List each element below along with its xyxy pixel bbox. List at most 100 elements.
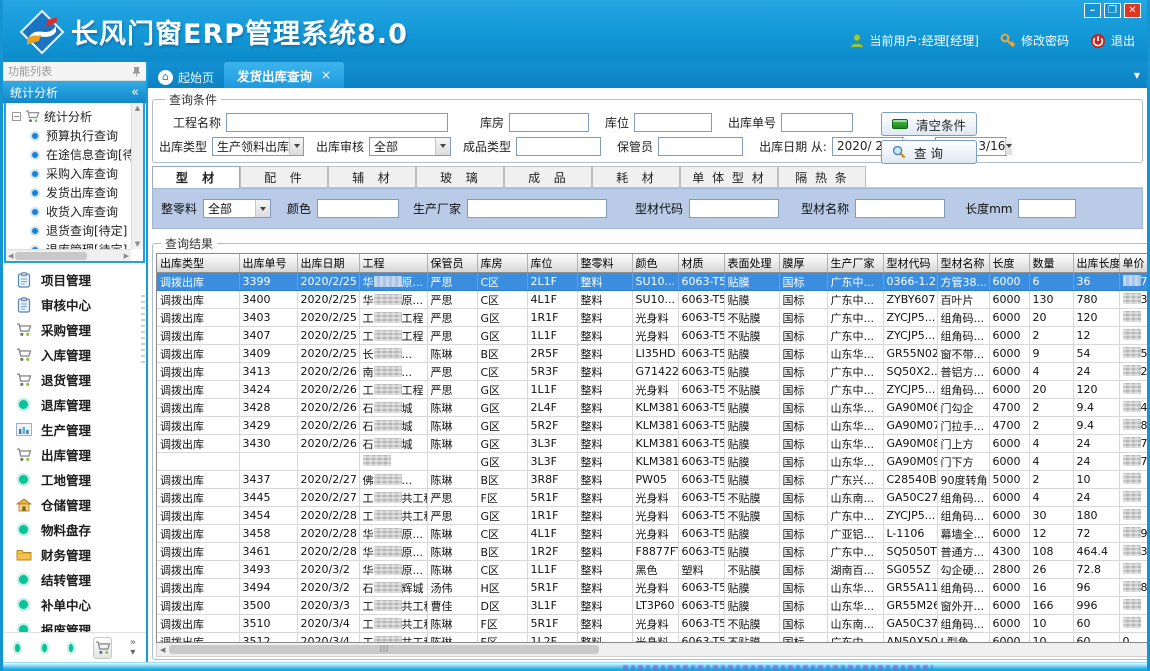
column-header-12[interactable]: 生产厂家 xyxy=(827,254,883,273)
tree-horizontal-scrollbar[interactable]: ◀▶ xyxy=(6,249,131,261)
table-row-14[interactable]: 调拨出库34582020/2/28华原...陈琳C区4L1F整料光身料6063-… xyxy=(157,525,1150,543)
whole-select[interactable]: 全部 xyxy=(203,199,271,218)
column-header-11[interactable]: 膜厚 xyxy=(779,254,827,273)
sidebar-item-6[interactable]: 生产管理 xyxy=(3,417,146,442)
sidebar-splitter[interactable] xyxy=(141,293,145,363)
table-row-1[interactable]: 调拨出库34002020/2/25华原...严思C区4L1F整料SU10...6… xyxy=(157,291,1150,309)
table-row-0[interactable]: 调拨出库33992020/2/25华原...严思C区2L1F整料SU10...6… xyxy=(157,273,1150,291)
nav-dot-icon[interactable] xyxy=(13,642,22,654)
table-row-12[interactable]: 调拨出库34452020/2/27工共工程严思F区5R1F整料光身料6063-T… xyxy=(157,489,1150,507)
tree-item-1[interactable]: 在途信息查询[待 xyxy=(12,145,129,164)
collapse-icon[interactable]: « xyxy=(131,85,139,100)
table-row-18[interactable]: 调拨出库35002020/3/3工共工程曹佳D区3L1F整料LT3P606063… xyxy=(157,597,1150,615)
table-row-3[interactable]: 调拨出库34072020/2/25工工程严思G区1L1F整料光身料6063-T5… xyxy=(157,327,1150,345)
material-tab-3[interactable]: 玻 璃 xyxy=(416,166,504,187)
tab-close-icon[interactable]: × xyxy=(321,68,331,82)
tree-item-5[interactable]: 退货查询[待定] xyxy=(12,221,129,240)
column-header-0[interactable]: 出库类型 xyxy=(157,254,239,273)
out-type-select[interactable]: 生产领料出库 xyxy=(212,137,304,156)
sidebar-item-7[interactable]: 出库管理 xyxy=(3,442,146,467)
table-row-13[interactable]: 调拨出库34542020/2/28工共工程严思G区1R1F整料光身料6063-T… xyxy=(157,507,1150,525)
change-password-button[interactable]: 修改密码 xyxy=(1000,32,1069,49)
column-header-3[interactable]: 工程 xyxy=(359,254,427,273)
sidebar-item-5[interactable]: 退库管理 xyxy=(3,392,146,417)
logout-button[interactable]: 退出 xyxy=(1090,32,1135,49)
material-tab-6[interactable]: 单 体 型 材 xyxy=(680,166,778,187)
table-row-7[interactable]: 调拨出库34282020/2/26石城陈琳G区2L4F整料KLM38176063… xyxy=(157,399,1150,417)
sidebar-item-11[interactable]: 财务管理 xyxy=(3,542,146,567)
table-row-19[interactable]: 调拨出库35102020/3/4工共工程陈琳F区5R1F整料光身料6063-T5… xyxy=(157,615,1150,633)
tab-shipment-outbound-query[interactable]: 发货出库查询 × xyxy=(224,62,344,88)
table-row-20[interactable]: 调拨出库35122020/3/4工共工程陈琳F区1L2F整料光身料6063-T5… xyxy=(157,633,1150,644)
sidebar-item-14[interactable]: 报废管理 xyxy=(3,617,146,632)
column-header-10[interactable]: 表面处理 xyxy=(724,254,779,273)
code-input[interactable] xyxy=(689,199,779,218)
material-tab-2[interactable]: 辅 材 xyxy=(328,166,416,187)
material-tab-4[interactable]: 成 品 xyxy=(504,166,592,187)
material-tab-7[interactable]: 隔 热 条 xyxy=(778,166,866,187)
scroll-thumb[interactable]: ⫿⫿⫿ xyxy=(169,645,599,654)
warehouse-input[interactable] xyxy=(509,113,589,132)
sidebar-item-0[interactable]: 项目管理 xyxy=(3,267,146,292)
column-header-5[interactable]: 库房 xyxy=(477,254,527,273)
column-header-4[interactable]: 保管员 xyxy=(427,254,477,273)
sidebar-item-12[interactable]: 结转管理 xyxy=(3,567,146,592)
column-header-9[interactable]: 材质 xyxy=(678,254,724,273)
table-row-10[interactable]: G区3L3F整料KLM38176063-T5贴膜国标山东华...GA90M09.… xyxy=(157,453,1150,471)
column-header-13[interactable]: 型材代码 xyxy=(883,254,937,273)
column-header-17[interactable]: 出库长度 xyxy=(1073,254,1119,273)
table-row-8[interactable]: 调拨出库34292020/2/26石城陈琳G区5R2F整料KLM38176063… xyxy=(157,417,1150,435)
color-input[interactable] xyxy=(317,199,399,218)
tree-item-2[interactable]: 采购入库查询 xyxy=(12,164,129,183)
location-input[interactable] xyxy=(634,113,712,132)
sidebar-item-8[interactable]: 工地管理 xyxy=(3,467,146,492)
table-row-6[interactable]: 调拨出库34242020/2/26工工程严思G区1L1F整料光身料6063-T5… xyxy=(157,381,1150,399)
manufacturer-input[interactable] xyxy=(467,199,607,218)
section-header[interactable]: 统计分析 « xyxy=(3,81,146,103)
tab-home[interactable]: ⌂ 起始页 xyxy=(148,66,224,88)
material-tab-1[interactable]: 配 件 xyxy=(240,166,328,187)
table-row-15[interactable]: 调拨出库34612020/2/28华原...陈琳B区1R2F整料F8877FT6… xyxy=(157,543,1150,561)
product-type-input[interactable] xyxy=(516,137,601,156)
nav-dot-icon[interactable] xyxy=(67,642,76,654)
tree-item-3[interactable]: 发货出库查询 xyxy=(12,183,129,202)
material-tab-5[interactable]: 耗 材 xyxy=(592,166,680,187)
tree-item-4[interactable]: 收货入库查询 xyxy=(12,202,129,221)
close-button[interactable]: ✕ xyxy=(1124,3,1141,18)
sidebar-item-13[interactable]: 补单中心 xyxy=(3,592,146,617)
name-input[interactable] xyxy=(855,199,945,218)
search-button[interactable]: 查 询 xyxy=(881,140,977,164)
length-input[interactable] xyxy=(1018,199,1076,218)
table-row-16[interactable]: 调拨出库34932020/3/2华原...陈琳C区1L1F整料黑色塑料不贴膜国标… xyxy=(157,561,1150,579)
tree-vertical-scrollbar[interactable]: ▲▼ xyxy=(131,103,143,249)
maximize-button[interactable]: ❐ xyxy=(1104,3,1121,18)
table-row-11[interactable]: 调拨出库34372020/2/27佛...陈琳B区3R8F整料PW056063-… xyxy=(157,471,1150,489)
column-header-7[interactable]: 整零料 xyxy=(577,254,632,273)
keeper-input[interactable] xyxy=(658,137,743,156)
overflow-chevron[interactable]: »▾ xyxy=(130,638,136,658)
table-row-2[interactable]: 调拨出库34032020/2/25工工程严思G区1R1F整料光身料6063-T5… xyxy=(157,309,1150,327)
tab-list-caret-icon[interactable]: ▼ xyxy=(1134,71,1140,80)
scroll-thumb[interactable] xyxy=(15,252,87,260)
sidebar-item-2[interactable]: 采购管理 xyxy=(3,317,146,342)
table-row-9[interactable]: 调拨出库34302020/2/26石城陈琳G区3L3F整料KLM38176063… xyxy=(157,435,1150,453)
table-row-17[interactable]: 调拨出库34942020/3/2石辉城汤伟H区5R1F整料光身料6063-T5贴… xyxy=(157,579,1150,597)
sidebar-item-1[interactable]: 审核中心 xyxy=(3,292,146,317)
minimize-button[interactable]: – xyxy=(1084,3,1101,18)
column-header-18[interactable]: 单价 xyxy=(1119,254,1150,273)
sidebar-item-4[interactable]: 退货管理 xyxy=(3,367,146,392)
pin-icon[interactable] xyxy=(132,66,141,77)
tree-root[interactable]: − 统计分析 xyxy=(12,106,129,126)
sidebar-item-3[interactable]: 入库管理 xyxy=(3,342,146,367)
column-header-1[interactable]: 出库单号 xyxy=(239,254,297,273)
column-header-2[interactable]: 出库日期 xyxy=(297,254,359,273)
column-header-8[interactable]: 颜色 xyxy=(632,254,678,273)
column-header-6[interactable]: 库位 xyxy=(527,254,577,273)
material-tab-0[interactable]: 型 材 xyxy=(152,166,240,188)
clear-conditions-button[interactable]: 清空条件 xyxy=(881,112,977,136)
horizontal-scrollbar[interactable]: ◀⫿⫿⫿▶ xyxy=(156,643,1150,657)
column-header-16[interactable]: 数量 xyxy=(1029,254,1073,273)
project-name-input[interactable] xyxy=(226,113,448,132)
table-row-5[interactable]: 调拨出库34132020/2/26南...严思C区5R3F整料G71422606… xyxy=(157,363,1150,381)
tree-item-0[interactable]: 预算执行查询 xyxy=(12,126,129,145)
